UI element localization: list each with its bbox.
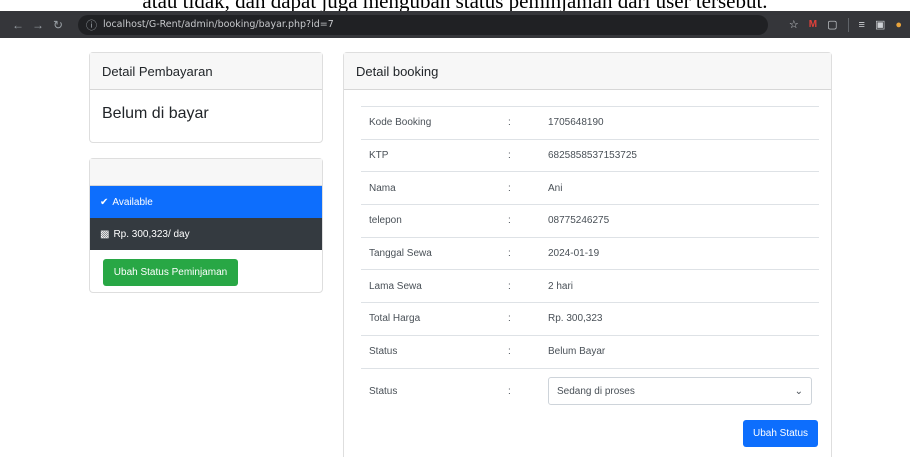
avatar-icon[interactable]: ● [895, 19, 902, 31]
table-row: Total Harga : Rp. 300,323 [361, 302, 819, 335]
row-value: 2024-01-19 [548, 248, 600, 260]
status-select[interactable]: Sedang di proses ⌄ [548, 377, 812, 405]
row-colon: : [508, 385, 511, 397]
change-rental-status-button[interactable]: Ubah Status Peminjaman [103, 259, 238, 286]
row-colon: : [508, 150, 511, 162]
booking-detail-table: Kode Booking : 1705648190 KTP : 68258585… [361, 106, 819, 414]
money-icon: ▩ [100, 228, 110, 240]
address-bar[interactable]: ⓘ localhost/G-Rent/admin/booking/bayar.p… [78, 14, 768, 35]
row-value: 1705648190 [548, 117, 604, 129]
playlist-icon[interactable]: ≡ [859, 19, 865, 31]
row-colon: : [508, 215, 511, 227]
row-value: Belum Bayar [548, 346, 606, 358]
table-row: Status : Belum Bayar [361, 334, 819, 368]
table-row: KTP : 6825858537153725 [361, 138, 819, 172]
forward-icon[interactable]: → [28, 18, 48, 32]
row-colon: : [508, 280, 511, 292]
price-label: Rp. 300,323/ day [113, 228, 190, 240]
row-value: 08775246275 [548, 215, 610, 227]
row-label: Status [369, 385, 398, 397]
sidepanel-icon[interactable]: ▣ [875, 18, 885, 31]
info-icon[interactable]: ⓘ [86, 17, 97, 33]
booking-card-header: Detail booking [344, 53, 831, 90]
row-value: 6825858537153725 [548, 150, 637, 162]
table-row: Tanggal Sewa : 2024-01-19 [361, 236, 819, 270]
payment-card-title: Detail Pembayaran [102, 63, 213, 79]
payment-status: Belum di bayar [102, 105, 209, 122]
row-label: Lama Sewa [369, 280, 422, 292]
url-text[interactable]: localhost/G-Rent/admin/booking/bayar.php… [103, 19, 334, 30]
car-card-header [90, 159, 322, 186]
check-icon: ✔ [100, 196, 109, 208]
table-row: Lama Sewa : 2 hari [361, 269, 819, 302]
puzzle-icon[interactable]: ▢ [827, 18, 837, 31]
car-info-card: ✔ Available ▩ Rp. 300,323/ day Ubah Stat… [89, 158, 323, 293]
back-icon[interactable]: ← [8, 18, 28, 32]
row-colon: : [508, 182, 511, 194]
reload-icon[interactable]: ↻ [48, 18, 68, 32]
table-row: Nama : Ani [361, 171, 819, 204]
chevron-down-icon: ⌄ [794, 385, 803, 397]
document-caption: atau tidak, dan dapat juga mengubah stat… [0, 0, 910, 11]
row-label: Status [369, 346, 398, 358]
availability-label: Available [112, 196, 153, 208]
row-label: telepon [369, 215, 402, 227]
row-label: Nama [369, 182, 396, 194]
row-label: KTP [369, 150, 389, 162]
row-colon: : [508, 346, 511, 358]
payment-detail-card: Detail Pembayaran Belum di bayar [89, 52, 323, 143]
booking-detail-card: Detail booking Kode Booking : 1705648190… [343, 52, 832, 457]
table-row: telepon : 08775246275 [361, 204, 819, 237]
status-select-cell: Sedang di proses ⌄ [548, 377, 819, 405]
row-label: Tanggal Sewa [369, 248, 432, 260]
browser-toolbar: ← → ↻ ⓘ localhost/G-Rent/admin/booking/b… [0, 11, 910, 38]
booking-card-title: Detail booking [356, 63, 439, 79]
price-item: ▩ Rp. 300,323/ day [90, 218, 322, 250]
extension-icon[interactable]: M [809, 19, 817, 30]
row-label: Total Harga [369, 313, 421, 325]
payment-card-header: Detail Pembayaran [90, 53, 322, 90]
row-value: Ani [548, 182, 563, 194]
status-select-row: Status : Sedang di proses ⌄ [361, 367, 819, 414]
availability-item: ✔ Available [90, 186, 322, 218]
change-status-button[interactable]: Ubah Status [743, 420, 818, 447]
row-value: Rp. 300,323 [548, 313, 603, 325]
row-colon: : [508, 313, 511, 325]
status-select-value: Sedang di proses [557, 385, 635, 397]
row-colon: : [508, 248, 511, 260]
row-label: Kode Booking [369, 117, 432, 129]
table-row: Kode Booking : 1705648190 [361, 106, 819, 139]
toolbar-divider [847, 17, 849, 32]
row-value: 2 hari [548, 280, 574, 292]
star-icon[interactable]: ☆ [789, 18, 799, 31]
row-colon: : [508, 117, 511, 129]
